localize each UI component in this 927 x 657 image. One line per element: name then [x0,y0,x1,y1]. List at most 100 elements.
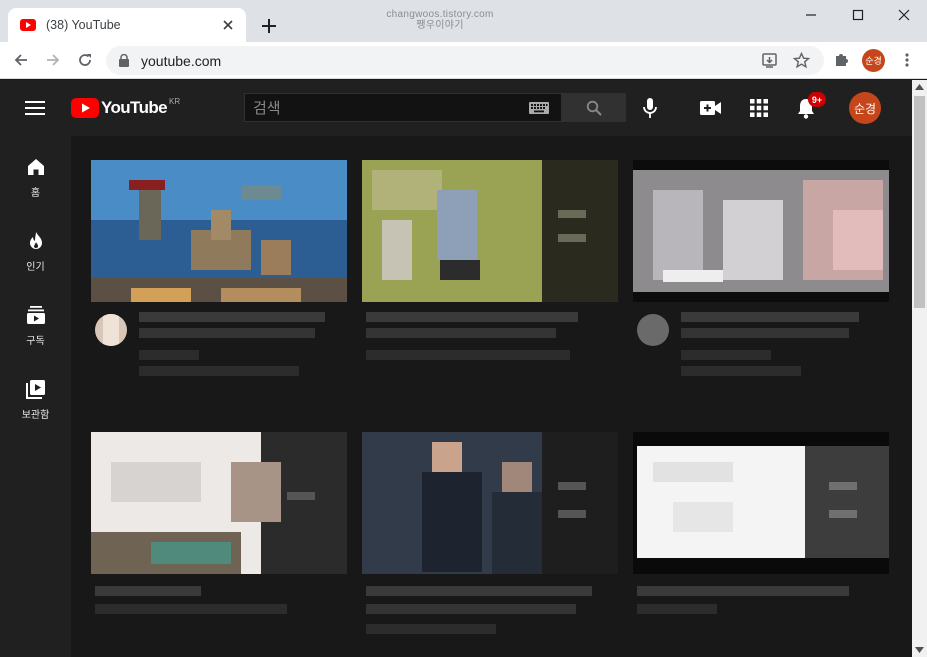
apps-grid-icon [750,99,768,117]
video-thumbnail[interactable] [633,432,889,574]
video-card[interactable] [91,432,347,642]
channel-avatar[interactable] [637,314,669,346]
browser-menu-icon[interactable] [899,52,915,68]
hamburger-menu-icon[interactable] [25,100,45,116]
extensions-puzzle-icon[interactable] [833,50,851,68]
trending-icon [29,232,42,249]
guide-label-home: 홈 [30,188,41,199]
notification-count-badge: 9+ [808,92,826,107]
maximize-button[interactable] [835,4,881,26]
browser-toolbar: youtube.com [0,42,927,79]
video-camera-add-icon [700,101,721,115]
video-meta-placeholder [366,350,570,360]
guide-item-home[interactable]: 홈 [0,136,71,210]
install-app-icon[interactable] [761,52,778,69]
video-card[interactable] [362,160,618,410]
browser-tab-youtube[interactable]: (38) YouTube [8,8,246,42]
scrollbar-thumb[interactable] [914,96,925,308]
video-card[interactable] [91,160,347,410]
account-avatar[interactable]: 순경 [849,92,881,124]
apps-button[interactable] [747,96,771,120]
keyboard-icon[interactable] [529,102,549,114]
url-text: youtube.com [141,53,222,69]
address-bar[interactable]: youtube.com [106,46,824,75]
guide-item-trending[interactable]: 인기 [0,210,71,284]
library-icon [25,380,45,399]
guide-item-library[interactable]: 보관함 [0,358,71,432]
search-button[interactable] [562,93,626,122]
forward-button[interactable] [43,50,63,70]
bookmark-star-icon[interactable] [793,52,810,69]
reload-icon [79,54,91,66]
video-meta-placeholder [139,366,299,376]
video-card[interactable] [633,160,889,410]
lock-icon [119,54,129,67]
home-icon [27,159,44,175]
logo-region: KR [169,97,181,106]
video-title-placeholder [366,312,578,322]
page-scrollbar[interactable] [912,80,927,657]
youtube-favicon-icon [20,19,36,31]
video-grid [71,136,912,657]
youtube-masthead: YouTube KR 검색 9+ 순경 [0,80,912,136]
youtube-logo[interactable]: YouTube KR [71,96,180,120]
guide-label-trending: 인기 [26,262,45,273]
video-title-placeholder [637,586,849,596]
back-arrow-icon [14,54,27,66]
logo-wordmark: YouTube [101,98,168,117]
tab-title: (38) YouTube [46,18,121,32]
video-meta-placeholder [366,624,496,634]
reload-button[interactable] [75,50,95,70]
video-thumbnail[interactable] [91,432,347,574]
browser-profile-avatar[interactable]: 순경 [862,49,885,72]
video-title-placeholder [139,312,325,322]
search-box [244,93,562,122]
video-title-placeholder [366,586,592,596]
video-thumbnail[interactable] [362,432,618,574]
scroll-down-arrow-icon[interactable] [915,647,924,653]
guide-label-library: 보관함 [21,410,50,421]
scroll-up-arrow-icon[interactable] [915,84,924,90]
video-title-placeholder [95,586,201,596]
close-window-icon [898,9,910,21]
screen: (38) YouTube changwoos.tistory.com 쨍우이야기 [0,0,927,657]
video-title-placeholder [366,604,576,614]
video-meta-placeholder [681,350,771,360]
video-meta-placeholder [681,366,801,376]
video-meta-placeholder [139,350,199,360]
back-button[interactable] [11,50,31,70]
search-icon [586,100,602,116]
microphone-icon [643,98,657,118]
channel-avatar[interactable] [95,314,127,346]
new-tab-icon[interactable] [258,15,280,37]
minimize-button[interactable] [788,4,834,26]
video-card[interactable] [633,432,889,642]
subscriptions-icon [26,306,45,324]
video-meta-placeholder [637,604,717,614]
video-thumbnail[interactable] [362,160,618,302]
video-title-placeholder [366,328,556,338]
mini-guide: 홈 인기 구독 보관함 [0,136,71,657]
close-tab-icon[interactable] [220,17,236,33]
search-input[interactable] [245,94,525,121]
guide-item-subscriptions[interactable]: 구독 [0,284,71,358]
watermark-line1: changwoos.tistory.com [386,9,494,20]
browser-tabstrip: (38) YouTube changwoos.tistory.com 쨍우이야기 [0,0,927,42]
video-title-placeholder [139,328,315,338]
video-title-placeholder [681,312,859,322]
create-video-button[interactable] [699,96,723,120]
video-title-placeholder [681,328,849,338]
watermark: changwoos.tistory.com 쨍우이야기 [360,9,520,31]
forward-arrow-icon [47,54,60,66]
close-window-button[interactable] [881,4,927,26]
voice-search-button[interactable] [638,96,662,120]
guide-label-subscriptions: 구독 [26,336,45,347]
video-meta-placeholder [95,604,287,614]
youtube-play-logo-icon [71,98,99,118]
video-thumbnail[interactable] [91,160,347,302]
video-card[interactable] [362,432,618,642]
watermark-line2: 쨍우이야기 [416,20,464,31]
video-thumbnail[interactable] [633,160,889,302]
maximize-icon [852,9,864,21]
minimize-icon [806,14,816,16]
